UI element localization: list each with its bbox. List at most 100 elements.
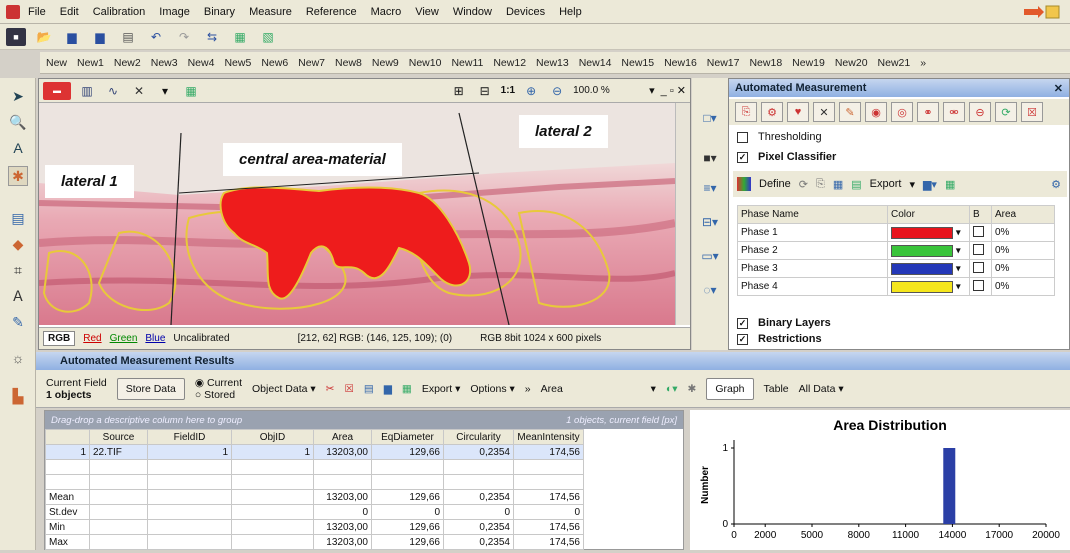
options-button[interactable]: Options ▾ — [470, 383, 514, 395]
actual-size-button[interactable]: 1:1 — [501, 85, 515, 96]
column-header[interactable]: MeanIntensity — [513, 429, 584, 445]
phase-color[interactable]: ▾ — [887, 223, 970, 242]
menu-devices[interactable]: Devices — [506, 6, 545, 18]
stats-row[interactable]: Mean 13203,00 129,66 0,2354 174,56 — [45, 489, 584, 505]
settings-icon[interactable]: ⚙ — [1051, 178, 1061, 191]
menu-file[interactable]: File — [28, 6, 46, 18]
brush-icon[interactable]: ✎ — [839, 102, 861, 122]
more-icon[interactable]: » — [525, 383, 531, 395]
pin-icon[interactable]: ✱ — [688, 383, 697, 395]
macro-icon[interactable]: ☼ — [8, 348, 28, 368]
document-tab[interactable]: New9 — [372, 57, 399, 69]
split-icon[interactable]: ⚮ — [943, 102, 965, 122]
new-measure-icon[interactable]: ⎘ — [735, 102, 757, 122]
graph-tab[interactable]: Graph — [706, 377, 754, 400]
save-results-icon[interactable]: ▆ — [384, 383, 392, 395]
fill-tool-icon[interactable]: ■▾ — [696, 148, 724, 168]
document-tab[interactable]: New12 — [493, 57, 526, 69]
radio-stored[interactable]: ○ Stored — [195, 389, 242, 401]
document-tab[interactable]: New2 — [114, 57, 141, 69]
menu-binary[interactable]: Binary — [204, 6, 235, 18]
phase-row[interactable]: Phase 4 ▾ 0% — [737, 277, 1055, 296]
menu-macro[interactable]: Macro — [371, 6, 402, 18]
phase-checkbox[interactable] — [973, 243, 984, 255]
report-icon[interactable]: ▙ — [8, 386, 28, 406]
document-tab[interactable]: New7 — [298, 57, 325, 69]
document-tab[interactable]: New3 — [151, 57, 178, 69]
table-icon[interactable]: ▦ — [833, 178, 843, 191]
pointer-icon[interactable]: ➤ — [8, 86, 28, 106]
print-icon[interactable]: ▤ — [118, 28, 138, 46]
chart-icon[interactable]: ◐▾ — [666, 383, 678, 395]
export-results-icon[interactable]: ▦ — [402, 383, 412, 395]
frame-tool-icon[interactable]: ▭▾ — [696, 246, 724, 266]
document-tab[interactable]: » — [920, 57, 926, 69]
object-data-select[interactable]: Object Data ▾ — [252, 383, 316, 395]
menu-reference[interactable]: Reference — [306, 6, 357, 18]
capture-icon[interactable]: ▧ — [258, 28, 278, 46]
close-icon[interactable]: ✕ — [1054, 82, 1063, 95]
save-as-icon[interactable]: ▆ — [90, 28, 110, 46]
zoom-out-icon[interactable]: ⊖ — [547, 82, 567, 100]
zoom-in-icon[interactable]: ⊕ — [521, 82, 541, 100]
area-dropdown-icon[interactable]: ▾ — [651, 383, 656, 395]
annotation-icon[interactable]: ✎ — [8, 312, 28, 332]
channel-tab-red[interactable]: Red — [83, 333, 101, 344]
histogram-icon[interactable]: ▥ — [77, 82, 97, 100]
count-icon[interactable]: ⚙ — [761, 102, 783, 122]
document-tab[interactable]: New17 — [707, 57, 740, 69]
redo-icon[interactable]: ↷ — [174, 28, 194, 46]
chevron-down-icon[interactable]: ▾ — [155, 82, 175, 100]
table-row[interactable]: 1 22.TIF 1 1 13203,00 129,66 0,2354 174,56 — [45, 444, 584, 460]
restrictions-checkbox[interactable]: ✓ — [737, 333, 748, 345]
phase-checkbox[interactable] — [973, 279, 984, 291]
phase-b[interactable] — [969, 241, 992, 260]
window-icon[interactable]: ■ — [6, 27, 26, 46]
stats-row[interactable]: St.dev 0 0 0 0 — [45, 504, 584, 520]
document-tab[interactable]: New16 — [664, 57, 697, 69]
phase-row[interactable]: Phase 3 ▾ 0% — [737, 259, 1055, 278]
menu-edit[interactable]: Edit — [60, 6, 79, 18]
define-button[interactable]: Define — [759, 178, 791, 190]
store-data-button[interactable]: Store Data — [116, 377, 185, 400]
document-tab[interactable]: New1 — [77, 57, 104, 69]
restrictions-option[interactable]: ✓ Restrictions — [737, 333, 822, 345]
phase-color[interactable]: ▾ — [887, 259, 970, 278]
document-tab[interactable]: New8 — [335, 57, 362, 69]
copy-icon[interactable]: ⎘ — [816, 178, 825, 191]
document-tab[interactable]: New4 — [188, 57, 215, 69]
thresholding-option[interactable]: Thresholding — [737, 131, 822, 143]
channel-tab-green[interactable]: Green — [110, 333, 138, 344]
column-header[interactable]: Circularity — [443, 429, 514, 445]
menu-calibration[interactable]: Calibration — [93, 6, 146, 18]
binary-layers-checkbox[interactable]: ✓ — [737, 317, 748, 329]
heart-icon[interactable]: ♥ — [787, 102, 809, 122]
delete-icon[interactable]: ✕ — [813, 102, 835, 122]
shapes-icon[interactable]: ◆ — [8, 234, 28, 254]
delete-measure-icon[interactable]: ✂ — [326, 383, 335, 395]
arrow-folder-icon[interactable] — [1024, 4, 1060, 20]
ruler-icon[interactable]: ▬ — [43, 81, 71, 100]
grid-icon[interactable]: ▦ — [945, 178, 955, 191]
phase-color[interactable]: ▾ — [887, 277, 970, 296]
refresh-classifier-icon[interactable]: ⟳ — [799, 178, 808, 191]
menu-help[interactable]: Help — [559, 6, 582, 18]
image-vertical-scrollbar[interactable] — [675, 103, 690, 325]
table-view-icon[interactable]: ▤ — [364, 383, 374, 395]
phase-color-swatch[interactable] — [891, 280, 953, 293]
column-header[interactable]: EqDiameter — [371, 429, 444, 445]
undo-icon[interactable]: ↶ — [146, 28, 166, 46]
export-icon[interactable]: ▤ — [851, 178, 861, 191]
phase-b[interactable] — [969, 223, 992, 242]
magic-wand-icon[interactable]: ✱ — [8, 166, 28, 186]
phase-color-swatch[interactable] — [891, 244, 953, 257]
column-header[interactable]: Area — [313, 429, 372, 445]
pixel-classifier-option[interactable]: ✓ Pixel Classifier — [737, 151, 836, 163]
document-tab[interactable]: New21 — [878, 57, 911, 69]
column-header[interactable]: FieldID — [147, 429, 232, 445]
document-tab[interactable]: New11 — [451, 57, 483, 69]
document-tab[interactable]: New18 — [749, 57, 782, 69]
window-controls[interactable]: _ ▫ ✕ — [661, 84, 686, 97]
chevron-down-icon[interactable]: ▾ — [909, 178, 915, 191]
cursor-icon[interactable]: ⇆ — [202, 28, 222, 46]
